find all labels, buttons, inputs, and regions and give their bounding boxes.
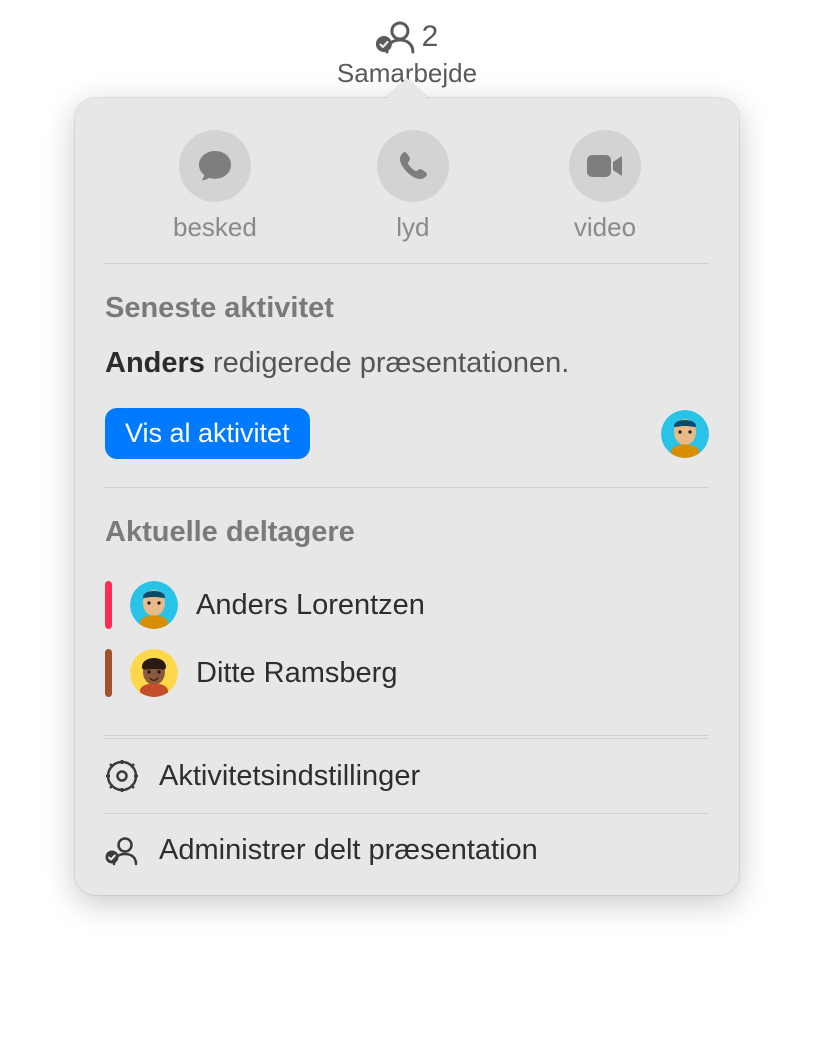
audio-label: lyd <box>396 212 429 243</box>
activity-actor: Anders <box>105 347 205 379</box>
activity-text: redigerede præsentationen. <box>205 347 569 379</box>
gear-icon <box>105 759 139 793</box>
video-label: video <box>574 212 636 243</box>
participant-item[interactable]: Ditte Ramsberg <box>105 639 709 707</box>
video-button[interactable]: video <box>569 130 641 243</box>
collaboration-popover: besked lyd video Seneste aktivitet Ander… <box>75 98 739 895</box>
participants-section: Aktuelle deltagere Anders Lorentzen <box>105 488 709 736</box>
participant-name: Anders Lorentzen <box>196 589 425 622</box>
audio-button[interactable]: lyd <box>377 130 449 243</box>
avatar <box>130 581 178 629</box>
phone-icon <box>377 130 449 202</box>
participants-title: Aktuelle deltagere <box>105 516 709 549</box>
message-button[interactable]: besked <box>173 130 257 243</box>
show-all-activity-button[interactable]: Vis al aktivitet <box>105 408 310 459</box>
collaborate-icon-row: 2 <box>376 20 439 54</box>
activity-settings-label: Aktivitetsindstillinger <box>159 760 420 793</box>
recent-activity-section: Seneste aktivitet Anders redigerede præs… <box>105 264 709 488</box>
video-icon <box>569 130 641 202</box>
participant-item[interactable]: Anders Lorentzen <box>105 571 709 639</box>
communication-row: besked lyd video <box>105 98 709 264</box>
manage-shared-label: Administrer delt præsentation <box>159 834 538 867</box>
collaborate-icon <box>376 20 416 54</box>
presence-indicator <box>105 649 112 697</box>
message-icon <box>179 130 251 202</box>
manage-shared-item[interactable]: Administrer delt præsentation <box>105 813 709 887</box>
participant-name: Ditte Ramsberg <box>196 657 397 690</box>
recent-activity-title: Seneste aktivitet <box>105 292 709 325</box>
activity-settings-item[interactable]: Aktivitetsindstillinger <box>105 738 709 813</box>
avatar <box>130 649 178 697</box>
presence-indicator <box>105 581 112 629</box>
participant-count: 2 <box>422 20 439 54</box>
manage-shared-icon <box>105 836 139 866</box>
activity-avatar <box>661 410 709 458</box>
activity-entry: Anders redigerede præsentationen. <box>105 347 709 380</box>
settings-section: Aktivitetsindstillinger Administrer delt… <box>105 736 709 895</box>
message-label: besked <box>173 212 257 243</box>
